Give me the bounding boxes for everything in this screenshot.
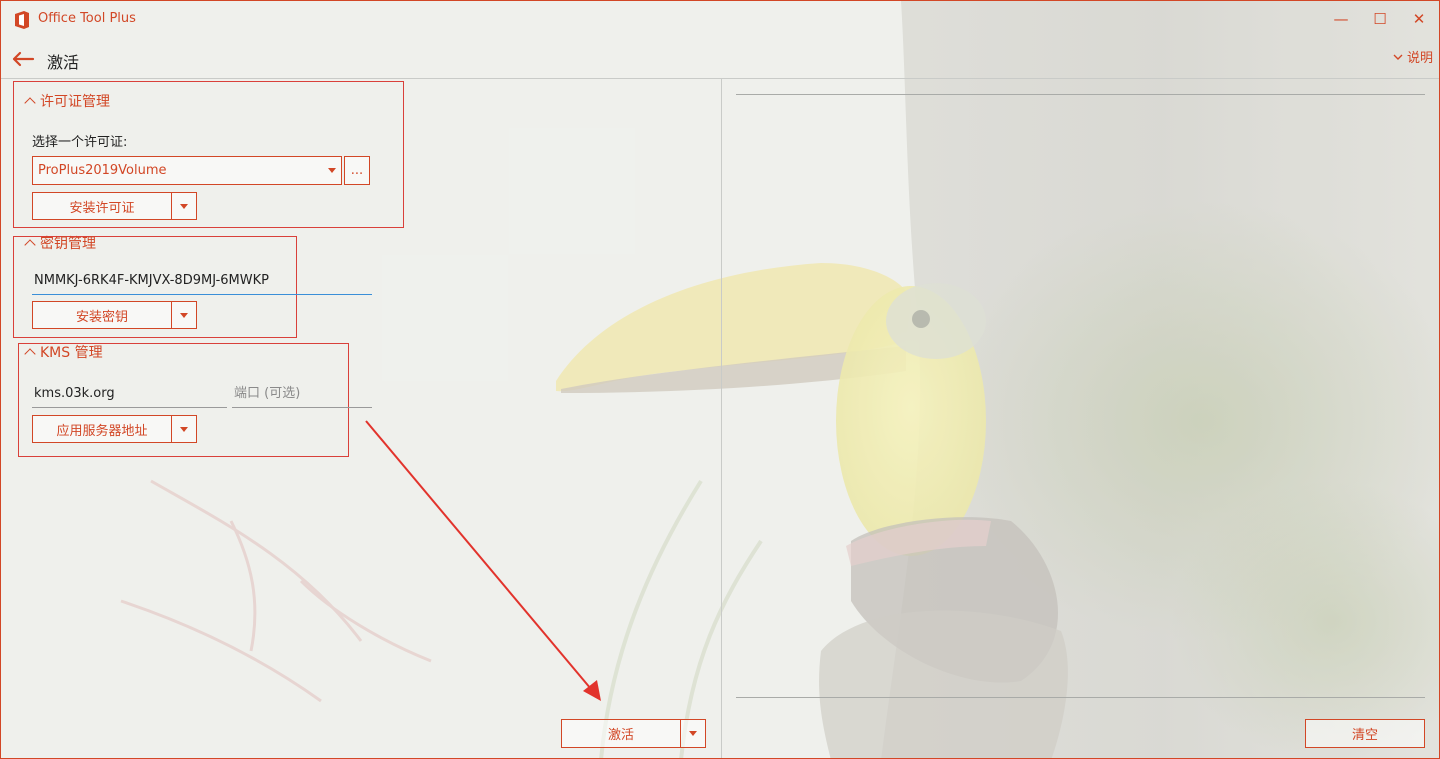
chevron-up-icon — [24, 348, 36, 360]
license-select-label: 选择一个许可证: — [32, 135, 128, 150]
apply-server-label: 应用服务器地址 — [56, 423, 148, 439]
dropdown-arrow-icon — [328, 168, 336, 173]
apply-server-button[interactable]: 应用服务器地址 — [32, 415, 172, 443]
column-divider — [721, 79, 722, 758]
license-section-toggle[interactable]: 许可证管理 — [24, 91, 110, 111]
chevron-up-icon — [24, 97, 36, 109]
clear-label: 清空 — [1351, 728, 1378, 743]
install-license-button[interactable]: 安装许可证 — [32, 192, 172, 220]
clear-button[interactable]: 清空 — [1305, 719, 1425, 748]
app-window: Office Tool Plus — ☐ ✕ 激活 说明 许可证管理 选择一个许… — [0, 0, 1440, 759]
kms-server-input[interactable] — [32, 379, 227, 408]
kms-section-title: KMS 管理 — [40, 345, 103, 361]
license-browse-button[interactable]: ... — [344, 156, 370, 185]
license-browse-label: ... — [350, 163, 364, 178]
caret-down-icon — [180, 426, 188, 432]
activate-label: 激活 — [607, 728, 634, 743]
office-logo-icon — [15, 11, 29, 29]
caret-down-icon — [180, 312, 188, 318]
install-license-label: 安装许可证 — [69, 200, 135, 216]
output-top-divider — [736, 94, 1425, 95]
maximize-icon: ☐ — [1373, 10, 1387, 28]
license-dropdown-value: ProPlus2019Volume — [38, 163, 167, 178]
page-title: 激活 — [47, 53, 80, 72]
license-dropdown[interactable]: ProPlus2019Volume — [32, 156, 342, 185]
key-section-title: 密钥管理 — [40, 236, 96, 252]
close-button[interactable]: ✕ — [1405, 7, 1433, 31]
install-key-label: 安装密钥 — [75, 309, 128, 325]
back-button[interactable] — [9, 46, 37, 72]
kms-port-input[interactable] — [232, 379, 372, 408]
minimize-icon: — — [1333, 10, 1349, 28]
minimize-button[interactable]: — — [1327, 7, 1355, 31]
help-label: 说明 — [1406, 51, 1433, 66]
arrow-left-icon — [12, 51, 35, 67]
chevron-up-icon — [24, 239, 36, 251]
close-icon: ✕ — [1412, 10, 1426, 28]
license-section-title: 许可证管理 — [40, 94, 110, 110]
maximize-button[interactable]: ☐ — [1366, 7, 1394, 31]
output-bottom-divider — [736, 697, 1425, 698]
apply-server-dropdown-button[interactable] — [172, 415, 197, 443]
help-button[interactable]: 说明 — [1393, 47, 1433, 66]
activate-button[interactable]: 激活 — [561, 719, 681, 748]
key-section-toggle[interactable]: 密钥管理 — [24, 233, 96, 253]
install-license-dropdown-button[interactable] — [172, 192, 197, 220]
output-log-area[interactable] — [736, 97, 1425, 695]
caret-down-icon — [180, 203, 188, 209]
kms-section-toggle[interactable]: KMS 管理 — [24, 342, 103, 362]
install-key-dropdown-button[interactable] — [172, 301, 197, 329]
app-title: Office Tool Plus — [38, 11, 136, 26]
product-key-input[interactable] — [32, 266, 372, 295]
activate-dropdown-button[interactable] — [681, 719, 706, 748]
install-key-button[interactable]: 安装密钥 — [32, 301, 172, 329]
caret-down-icon — [689, 731, 697, 736]
chevron-down-icon — [1393, 54, 1403, 60]
